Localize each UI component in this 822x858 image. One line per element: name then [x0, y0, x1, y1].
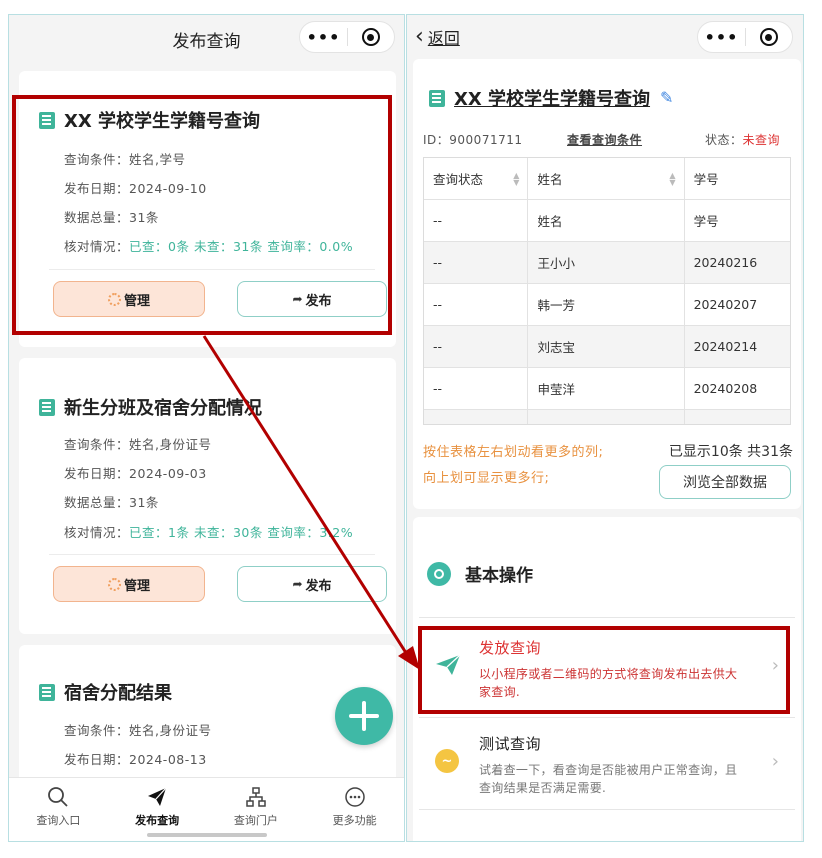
highlight-box-card	[12, 95, 392, 335]
sitemap-icon	[244, 786, 268, 808]
table-cell: 姓名	[528, 200, 685, 241]
test-query-title: 测试查询	[479, 735, 542, 753]
record-icon	[361, 28, 380, 46]
card-total: 数据总量：31条	[64, 495, 159, 510]
section-divider	[419, 617, 795, 618]
table-cell: 20240216	[693, 255, 758, 270]
sort-icon: ▲ ▼	[669, 170, 676, 187]
edit-pencil-icon[interactable]: ✎	[660, 90, 676, 106]
table-cell: 申莹洋	[528, 368, 685, 409]
table-row: -- 姓名 学号	[424, 200, 790, 242]
card-divider	[49, 554, 375, 555]
home-indicator	[146, 833, 267, 837]
view-conditions-link[interactable]: 查看查询条件	[567, 131, 642, 148]
query-id: ID：900071711	[423, 133, 523, 147]
column-header[interactable]: 查询状态 ▲ ▼	[424, 158, 529, 199]
document-icon	[429, 89, 445, 107]
card-date: 发布日期：2024-09-03	[64, 466, 207, 481]
item-divider	[419, 717, 795, 718]
table-cell: 王小小	[528, 242, 685, 283]
table-cell: --	[424, 200, 529, 241]
query-detail-card: XX 学校学生学籍号查询 ✎ ID：900071711 查看查询条件 状态：未查…	[413, 59, 801, 509]
card-conditions: 查询条件：姓名,身份证号	[64, 723, 212, 738]
more-menu-button[interactable]: •••	[698, 28, 745, 47]
gear-icon	[107, 577, 121, 591]
tab-query-entry[interactable]: 查询入口	[9, 778, 108, 841]
check-status-value: 已查：1条 未查：30条 查询率：3.2%	[129, 525, 354, 540]
more-icon	[343, 786, 367, 808]
document-icon	[39, 398, 55, 416]
highlight-box-release	[418, 626, 790, 714]
browse-all-button[interactable]: 浏览全部数据	[659, 465, 791, 499]
card-date: 发布日期：2024-08-13	[64, 752, 207, 767]
left-navbar: 发布查询 •••	[9, 15, 404, 59]
chevron-left-icon: ‹	[415, 24, 424, 49]
right-phone-query-detail: ‹ 返回 ••• XX 学校学生学籍号查询 ✎ ID：900071711 查看查…	[406, 14, 804, 842]
data-table[interactable]: 查询状态 ▲ ▼ 姓名 ▲ ▼ 学号 -- 姓名 学号 -- 王小小 20240216 …	[423, 157, 791, 425]
document-icon	[39, 683, 55, 701]
table-row: -- 韩一芳 20240207	[424, 284, 790, 326]
table-row: -- 王小小 20240216	[424, 242, 790, 284]
scroll-rows-tip: 向上划可显示更多行;	[423, 471, 550, 486]
search-icon	[46, 786, 70, 808]
table-cell: 学号	[693, 214, 719, 229]
miniapp-capsule: •••	[299, 21, 395, 53]
query-title: XX 学校学生学籍号查询 ✎	[429, 85, 676, 111]
scroll-columns-tip: 按住表格左右划动看更多的列;	[423, 445, 604, 460]
table-row-partial	[424, 410, 790, 424]
bottom-tabbar: 查询入口 发布查询 查询门户 更多功能	[9, 777, 404, 841]
query-card-2[interactable]: 新生分班及宿舍分配情况 查询条件：姓名,身份证号 发布日期：2024-09-03…	[19, 358, 396, 634]
status-value: 未查询	[742, 133, 781, 147]
chevron-right-icon: ›	[771, 751, 779, 772]
test-icon: ~	[435, 749, 459, 773]
table-cell: 20240208	[693, 381, 758, 396]
item-divider	[419, 809, 795, 810]
tab-publish-query[interactable]: 发布查询	[108, 778, 207, 841]
close-miniapp-button[interactable]	[348, 28, 394, 46]
table-row: -- 刘志宝 20240214	[424, 326, 790, 368]
section-title: 基本操作	[427, 561, 533, 586]
card-check-status: 核对情况：已查：1条 未查：30条 查询率：3.2%	[64, 525, 354, 540]
composite-screenshot: 发布查询 ••• XX 学校学生学籍号查询 查询条件：姓名,学号 发布日期：20…	[0, 0, 822, 858]
table-header-row: 查询状态 ▲ ▼ 姓名 ▲ ▼ 学号	[424, 158, 790, 200]
publish-button[interactable]: ➦ 发布	[237, 566, 387, 602]
home-indicator	[547, 841, 667, 842]
card-title: 新生分班及宿舍分配情况	[39, 394, 262, 420]
close-miniapp-button[interactable]	[746, 28, 792, 46]
settings-icon	[427, 561, 451, 586]
table-cell: --	[424, 284, 529, 325]
row-count: 已显示10条 共31条	[668, 444, 793, 460]
table-cell: --	[424, 242, 529, 283]
table-cell: 20240214	[693, 339, 758, 354]
sort-icon: ▲ ▼	[513, 170, 520, 187]
test-query-desc: 试着查一下，看查询是否能被用户正常查询，且查询结果是否满足需要.	[479, 763, 738, 795]
table-cell: 韩一芳	[528, 284, 685, 325]
tab-query-portal[interactable]: 查询门户	[207, 778, 306, 841]
add-query-button[interactable]	[335, 687, 393, 745]
table-cell: 刘志宝	[528, 326, 685, 367]
record-icon	[759, 28, 778, 46]
back-button[interactable]: ‹ 返回	[415, 25, 460, 49]
table-cell: --	[424, 368, 529, 409]
column-header: 学号	[693, 172, 719, 187]
card-conditions: 查询条件：姓名,身份证号	[64, 437, 212, 452]
right-navbar: ‹ 返回 •••	[407, 15, 803, 59]
query-status: 状态：未查询	[705, 133, 781, 147]
column-header[interactable]: 姓名 ▲ ▼	[528, 158, 685, 199]
test-query-item[interactable]: ~ 测试查询 试着查一下，看查询是否能被用户正常查询，且查询结果是否满足需要. …	[421, 721, 793, 805]
table-row: -- 申莹洋 20240208	[424, 368, 790, 410]
miniapp-capsule: •••	[697, 21, 793, 53]
tab-more-functions[interactable]: 更多功能	[305, 778, 404, 841]
table-cell: --	[424, 326, 529, 367]
paper-plane-icon	[145, 786, 169, 808]
share-arrow-icon: ➦	[292, 577, 303, 591]
card-title: 宿舍分配结果	[39, 679, 172, 705]
more-menu-button[interactable]: •••	[300, 28, 347, 47]
manage-button[interactable]: 管理	[53, 566, 205, 602]
table-cell: 20240207	[693, 297, 758, 312]
